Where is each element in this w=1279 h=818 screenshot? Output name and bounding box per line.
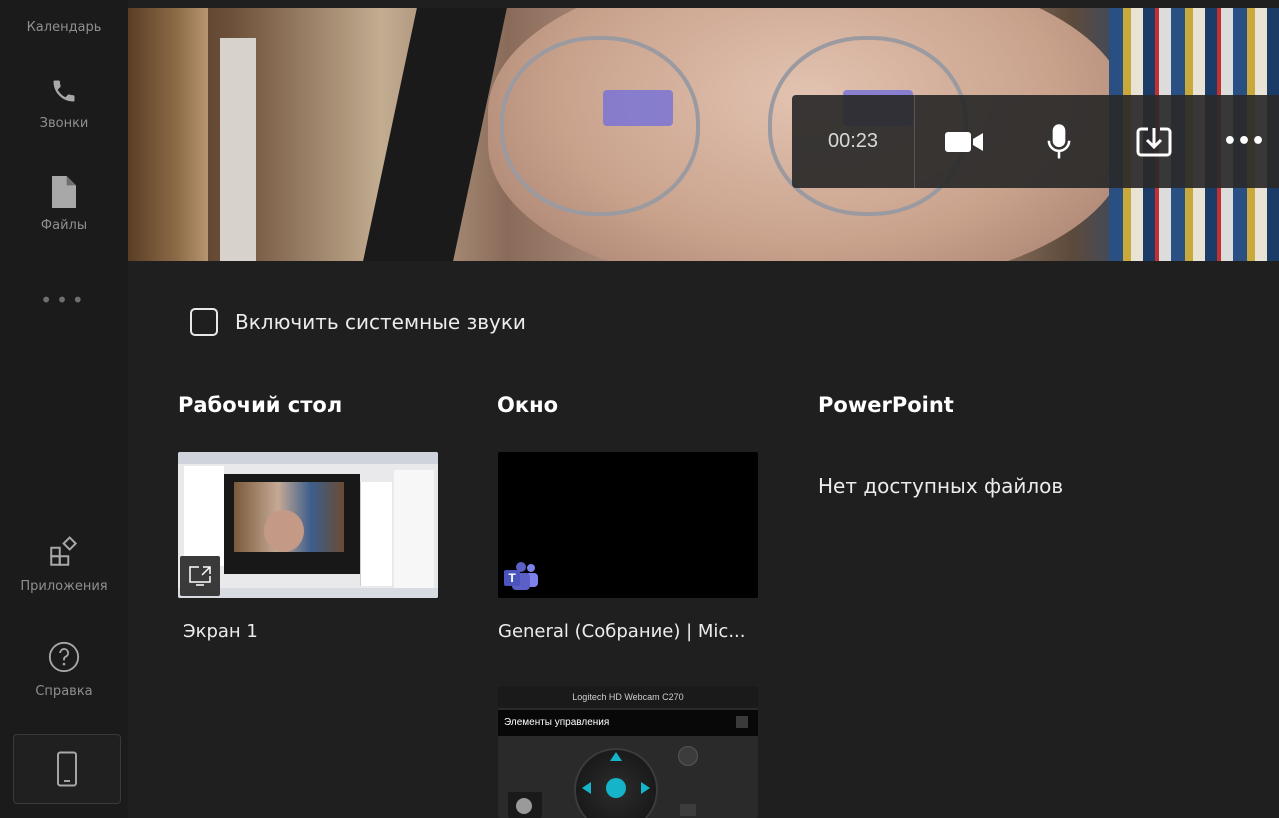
webcam-zoom-out (680, 804, 696, 816)
desktop-section-title: Рабочий стол (178, 393, 343, 417)
microphone-icon (1047, 123, 1071, 158)
rail-item-files[interactable]: Файлы (0, 176, 128, 233)
webcam-snapshot-button (508, 792, 542, 818)
thumbnail-sidebar (184, 466, 224, 566)
webcam-arrow-left (582, 782, 591, 794)
apps-icon (50, 536, 78, 566)
rail-more-button[interactable]: ••• (0, 288, 128, 312)
share-tray-icon (1136, 127, 1172, 156)
video-background-book (220, 38, 256, 261)
rail-item-apps[interactable]: Приложения (0, 535, 128, 594)
system-sounds-label: Включить системные звуки (235, 310, 526, 334)
webcam-window-titlebar: Logitech HD Webcam C270 (498, 686, 758, 708)
screen-share-badge (180, 556, 220, 596)
desktop-screen-label: Экран 1 (183, 621, 258, 642)
desktop-screen-thumbnail[interactable] (178, 452, 438, 598)
window-teams-label: General (Собрание) | Mic... (498, 621, 746, 642)
window-section-title: Окно (497, 393, 559, 417)
window-thumbnail-teams[interactable]: T (498, 452, 758, 598)
glasses-clip-left (603, 90, 673, 126)
video-background-shelf (128, 8, 208, 261)
window-thumbnail-webcam[interactable]: Logitech HD Webcam C270 Элементы управле… (498, 686, 758, 818)
rail-device-button[interactable] (13, 734, 121, 804)
powerpoint-section-title: PowerPoint (818, 393, 954, 417)
left-rail: Календарь Звонки Файлы ••• Приложения Сп (0, 0, 128, 818)
webcam-window-subtitle: Элементы управления (498, 710, 758, 736)
video-background-object (363, 8, 507, 261)
more-options-button[interactable]: ••• (1209, 95, 1279, 188)
call-controls: 00:23 ••• (792, 95, 1279, 188)
help-icon (48, 641, 80, 673)
more-options-icon: ••• (1222, 129, 1266, 154)
rail-item-help[interactable]: Справка (0, 640, 128, 699)
rail-item-label: Звонки (39, 116, 89, 131)
thumbnail-chat-panel (360, 482, 392, 586)
svg-text:T: T (508, 571, 516, 585)
rail-item-label: Файлы (40, 218, 88, 233)
thumbnail-right-window (394, 470, 434, 590)
screen-share-icon (189, 566, 211, 586)
system-sounds-option[interactable]: Включить системные звуки (190, 308, 526, 336)
camera-button[interactable] (929, 95, 999, 188)
webcam-pan-center (606, 778, 626, 798)
rail-item-label: Справка (35, 684, 93, 699)
glasses-lens-left (500, 36, 700, 216)
file-icon (52, 176, 76, 208)
mobile-device-icon (57, 751, 77, 787)
thumbnail-window-bar (178, 452, 438, 464)
rail-item-calendar[interactable]: Календарь (0, 14, 128, 35)
thumbnail-face (264, 510, 304, 552)
controls-divider (914, 95, 915, 188)
microphone-button[interactable] (1024, 95, 1094, 188)
share-tray-button[interactable] (1119, 95, 1189, 188)
webcam-arrow-up (610, 752, 622, 761)
powerpoint-empty-message: Нет доступных файлов (818, 474, 1064, 498)
webcam-arrow-right (641, 782, 650, 794)
webcam-window-close (736, 716, 748, 728)
teams-logo-icon: T (504, 562, 538, 590)
rail-item-label: Календарь (26, 20, 102, 35)
thumbnail-teams-window (224, 474, 360, 574)
rail-item-label: Приложения (20, 579, 108, 594)
rail-item-calls[interactable]: Звонки (0, 76, 128, 131)
phone-icon (53, 80, 75, 102)
more-icon: ••• (40, 288, 88, 312)
call-timer: 00:23 (827, 130, 879, 152)
webcam-zoom-in (678, 746, 698, 766)
system-sounds-checkbox[interactable] (190, 308, 218, 336)
camera-icon (945, 131, 983, 152)
